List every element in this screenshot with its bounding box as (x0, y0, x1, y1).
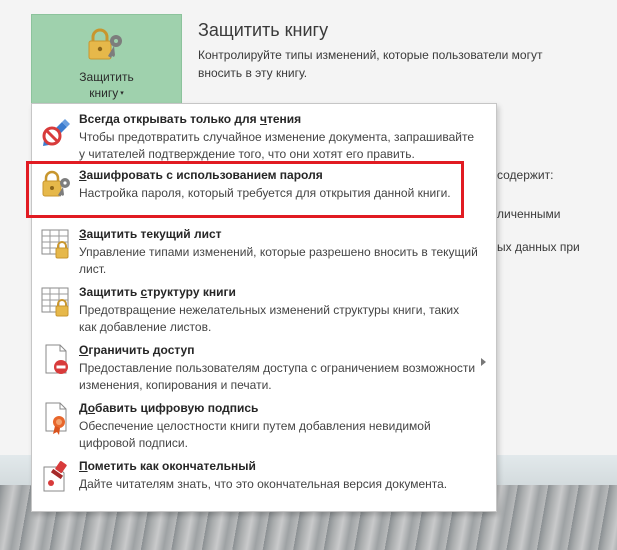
menu-item-description: Дайте читателям знать, что это окончател… (79, 477, 448, 491)
document-ribbon-icon (45, 402, 67, 435)
protect-workbook-button[interactable]: Защитить книгу ▾ (31, 14, 182, 116)
menu-item-always-read-only[interactable]: Всегда открывать только для чтения Чтобы… (32, 112, 496, 164)
menu-item-protect-current-sheet[interactable]: Защитить текущий лист Управление типами … (32, 227, 496, 277)
menu-item-title: Защитить структуру книги (79, 285, 236, 299)
workbook-lock-icon (41, 287, 69, 317)
background-text-fragment: личенными (497, 207, 561, 221)
menu-item-description: Обеспечение целостности книги путем доба… (79, 419, 431, 450)
menu-item-title: Добавить цифровую подпись (79, 401, 259, 415)
sheet-lock-icon (41, 229, 69, 259)
background-text-fragment: ых данных при (497, 240, 580, 254)
menu-item-add-digital-signature[interactable]: Добавить цифровую подпись Обеспечение це… (32, 401, 496, 451)
section-description: Контролируйте типы изменений, которые по… (198, 48, 543, 80)
menu-item-title: Всегда открывать только для чтения (79, 112, 302, 126)
menu-item-description: Предоставление пользователям доступа с о… (79, 361, 476, 392)
protect-button-label-line1: Защитить (79, 70, 134, 84)
protect-button-label-line2: книгу (89, 86, 119, 100)
menu-item-description: Чтобы предотвратить случайное изменение … (79, 130, 474, 161)
menu-item-description: Предотвращение нежелательных изменений с… (79, 303, 460, 334)
menu-item-title: Защитить текущий лист (79, 227, 222, 241)
document-restrict-icon (45, 344, 68, 374)
chevron-right-icon[interactable] (481, 358, 486, 366)
lock-key-icon (88, 28, 122, 60)
menu-item-title: Ограничить доступ (79, 343, 195, 357)
menu-item-description: Управление типами изменений, которые раз… (79, 245, 478, 276)
pencil-no-icon (42, 119, 70, 146)
menu-item-title: Пометить как окончательный (79, 459, 256, 473)
highlight-frame (26, 161, 464, 218)
menu-item-protect-workbook-structure[interactable]: Защитить структуру книги Предотвращение … (32, 285, 496, 335)
menu-item-restrict-access[interactable]: Ограничить доступ Предоставление пользов… (32, 343, 496, 393)
chevron-down-icon: ▾ (120, 89, 124, 97)
document-stamp-icon (43, 461, 67, 492)
menu-item-mark-as-final[interactable]: Пометить как окончательный Дайте читател… (32, 459, 496, 499)
background-text-fragment: содержит: (497, 168, 554, 182)
section-title: Защитить книгу (198, 20, 329, 40)
